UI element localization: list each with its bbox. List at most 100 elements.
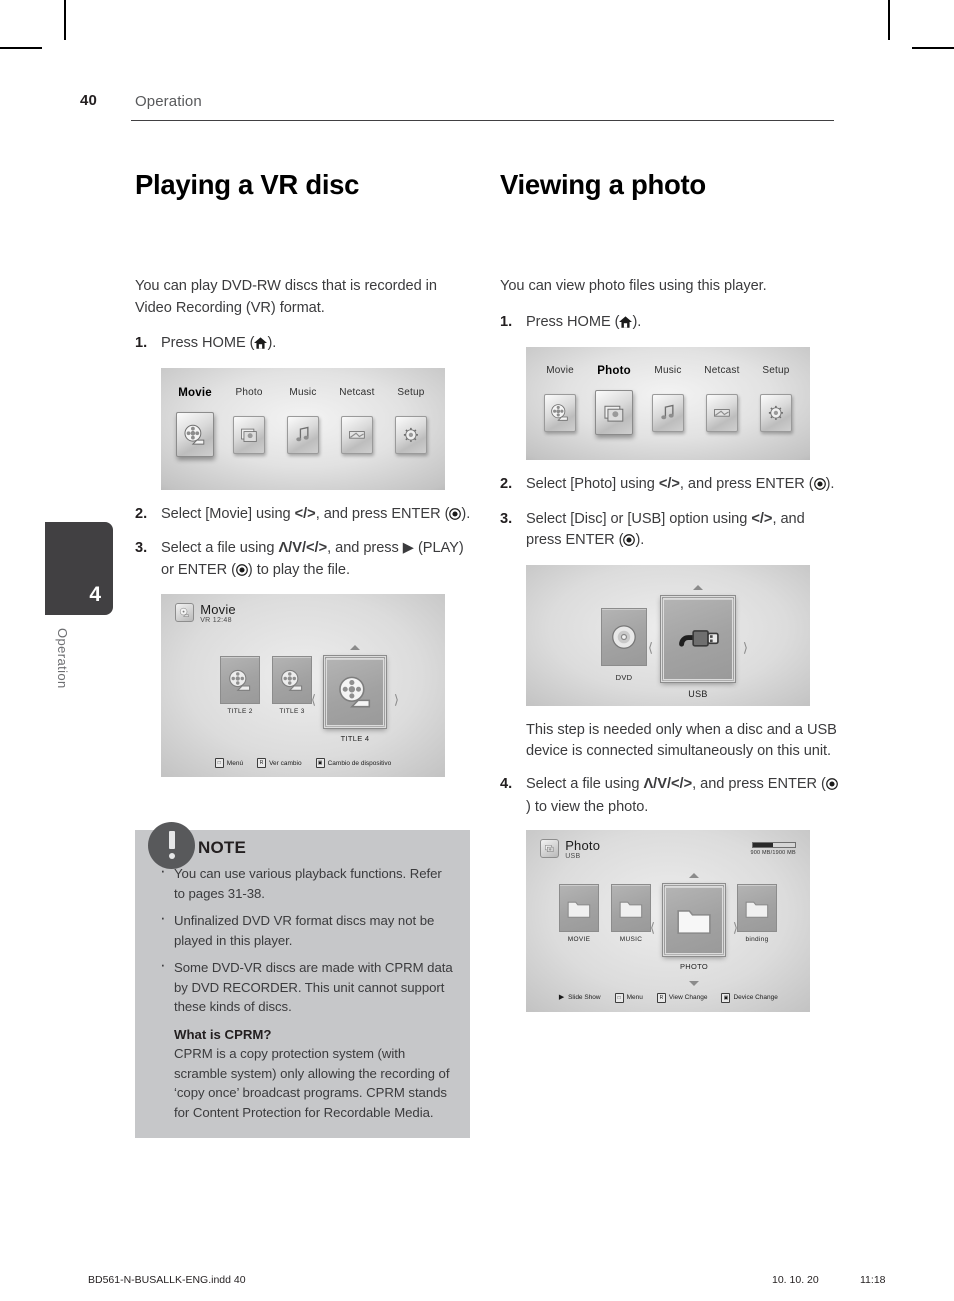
browser-titles: Photo USB xyxy=(565,839,600,862)
capacity-text: 900 MB/1900 MB xyxy=(750,849,796,856)
folder-icon xyxy=(611,884,651,933)
step-item: 3. Select [Disc] or [USB] option using <… xyxy=(500,509,840,554)
left-column: Playing a VR disc You can play DVD-RW di… xyxy=(135,169,475,791)
capacity-indicator: 900 MB/1900 MB xyxy=(750,841,796,856)
enter-icon xyxy=(236,562,248,584)
footer-action-menu[interactable]: □ Menu xyxy=(614,992,643,1003)
browser-tile[interactable]: TITLE 3 xyxy=(272,656,312,715)
note-bullet: Unfinalized DVD VR format discs may not … xyxy=(155,908,454,950)
home-icon xyxy=(254,335,268,357)
home-icon xyxy=(619,314,633,336)
footer-action-device-change[interactable]: ▣ Cambio de dispositivo xyxy=(315,758,392,769)
device-tile-usb[interactable]: ⟨ ⟩ USB xyxy=(648,585,748,699)
step-item: 4. Select a file using Λ/V/</>, and pres… xyxy=(500,774,840,819)
home-menu-bar: Movie Photo Music Netcast Setup xyxy=(161,387,445,458)
page-footer: BD561-N-BUSALLK-ENG.indd 40 10. 10. 20 1… xyxy=(88,1274,886,1290)
device-tile-dvd[interactable]: DVD xyxy=(601,607,647,682)
chapter-tab: 4 xyxy=(45,522,113,615)
footer-action-label: Slide Show xyxy=(568,994,601,1002)
home-item-photo[interactable]: Photo xyxy=(222,387,276,457)
home-item-movie[interactable]: Movie xyxy=(168,387,222,458)
note-box: NOTE You can use various playback functi… xyxy=(135,822,470,1138)
device-tiles: DVD ⟨ ⟩ USB xyxy=(526,585,810,699)
step-text-tail: ) to view the photo. xyxy=(526,799,649,816)
crop-mark-left-top xyxy=(0,47,42,49)
exclamation-bar xyxy=(168,831,175,849)
enter-icon xyxy=(449,506,462,528)
button-glyph: ▣ xyxy=(721,992,731,1003)
right-steps-3: 4. Select a file using Λ/V/</>, and pres… xyxy=(500,774,840,819)
home-item-setup[interactable]: Setup xyxy=(749,365,803,435)
movie-badge-icon xyxy=(175,603,195,623)
browser-tiles: MOVIE MUSIC ⟨ ⟩ PHOTO binding xyxy=(526,873,810,987)
home-item-label: Music xyxy=(654,365,682,377)
left-intro-paragraph: You can play DVD-RW discs that is record… xyxy=(135,278,437,316)
folder-icon xyxy=(559,884,599,933)
home-item-label: Movie xyxy=(546,365,574,377)
browser-title: Photo xyxy=(565,837,601,853)
netcast-icon xyxy=(705,394,738,433)
footer-action-label: View Change xyxy=(668,994,708,1002)
step-text: Select a file using xyxy=(161,540,279,557)
photo-badge-icon xyxy=(540,838,560,858)
photo-browser-screenshot: Photo USB 900 MB/1900 MB MOVIE MUSIC ⟨ ⟩… xyxy=(526,829,810,1012)
home-item-music[interactable]: Music xyxy=(276,387,330,457)
browser-tile-label: TITLE 2 xyxy=(227,708,253,716)
note-title: NOTE xyxy=(198,838,247,857)
footer-action-label: Menu xyxy=(626,994,643,1002)
step-item: 2. Select [Movie] using </>, and press E… xyxy=(135,504,475,528)
browser-tile[interactable]: TITLE 2 xyxy=(220,656,260,715)
browser-tiles: TITLE 2 TITLE 3 ⟨ ⟩ TITLE 4 xyxy=(161,645,445,743)
step-keys: </> xyxy=(751,510,773,527)
footer-date: 10. 10. 20 xyxy=(772,1274,819,1286)
step-number: 3. xyxy=(500,510,513,527)
browser-tile-selected[interactable]: ⟨ ⟩ TITLE 4 xyxy=(311,645,399,743)
step-text-mid: , and press ENTER ( xyxy=(692,775,826,792)
footer-action-view-change[interactable]: R Ver cambio xyxy=(257,758,302,769)
film-reel-icon xyxy=(544,394,577,433)
step-text: Select [Movie] using xyxy=(161,505,295,522)
home-item-photo[interactable]: Photo xyxy=(587,365,641,436)
section-heading-viewing-a-photo: Viewing a photo xyxy=(500,169,706,200)
home-menu-items: Movie Photo Music Netcast Setup xyxy=(526,365,810,436)
button-glyph: R xyxy=(257,758,267,769)
home-item-label: Netcast xyxy=(704,365,740,377)
section-heading-playing-vr-disc: Playing a VR disc xyxy=(135,169,360,200)
note-bullet: You can use various playback functions. … xyxy=(155,861,454,903)
browser-tile-selected[interactable]: ⟨ ⟩ PHOTO xyxy=(650,873,738,987)
home-item-setup[interactable]: Setup xyxy=(384,387,438,457)
footer-action-view-change[interactable]: R View Change xyxy=(656,992,708,1003)
footer-action-menu[interactable]: □ Menú xyxy=(214,758,243,769)
home-item-music[interactable]: Music xyxy=(641,365,695,435)
footer-action-device-change[interactable]: ▣ Device Change xyxy=(721,992,778,1003)
page-header: 40 Operation xyxy=(80,92,834,124)
home-item-netcast[interactable]: Netcast xyxy=(330,387,384,457)
crop-mark-top-left xyxy=(64,0,66,40)
browser-tile[interactable]: MOVIE xyxy=(559,884,599,943)
step-keys: </> xyxy=(294,505,316,522)
button-glyph: R xyxy=(656,992,666,1003)
browser-tile[interactable]: binding xyxy=(737,884,777,943)
movie-browser-screenshot: Movie VR 12:48 TITLE 2 TITLE 3 ⟨ ⟩ TITLE… xyxy=(161,594,445,778)
footer-action-slide-show[interactable]: ▶ Slide Show xyxy=(558,993,601,1003)
browser-title: Movie xyxy=(200,602,236,618)
home-menu-screenshot: Movie Photo Music Netcast Setup xyxy=(526,347,810,461)
button-glyph: □ xyxy=(214,758,224,769)
chapter-title: Operation xyxy=(135,93,202,110)
capacity-bar xyxy=(751,841,796,848)
browser-tile-label: MUSIC xyxy=(619,936,643,944)
footer-action-label: Cambio de dispositivo xyxy=(327,759,392,767)
step-text: Select [Photo] using xyxy=(526,476,659,493)
enter-icon xyxy=(623,532,636,554)
netcast-icon xyxy=(340,416,373,455)
crop-mark-top-right xyxy=(888,0,890,40)
step-keys: </> xyxy=(658,476,680,493)
crop-mark-right-top xyxy=(912,47,954,49)
home-item-netcast[interactable]: Netcast xyxy=(695,365,749,435)
right-note-paragraph: This step is needed only when a disc and… xyxy=(526,721,837,760)
home-menu-bar: Movie Photo Music Netcast Setup xyxy=(526,365,810,436)
browser-tile[interactable]: MUSIC xyxy=(611,884,651,943)
music-note-icon xyxy=(651,394,684,433)
home-item-movie[interactable]: Movie xyxy=(533,365,587,435)
step-text-tail: ). xyxy=(461,505,471,522)
